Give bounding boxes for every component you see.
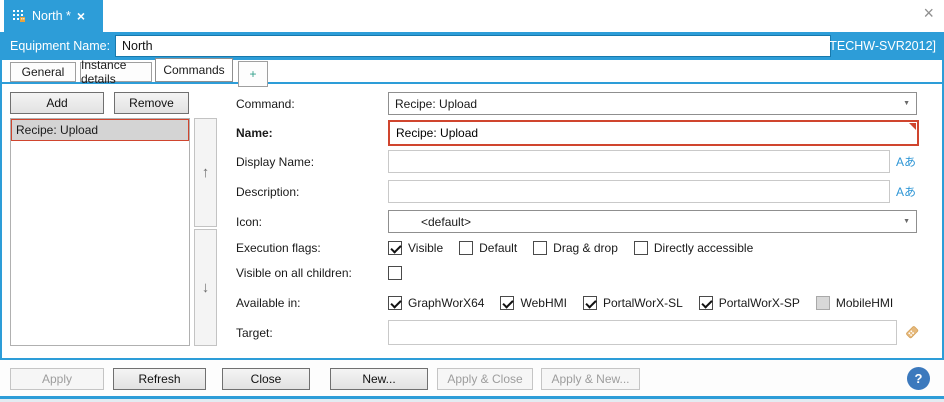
command-row: Command: Recipe: Upload ▼ — [236, 92, 920, 115]
available-in-row: Available in: GraphWorX64 WebHMI PortalW… — [236, 295, 920, 311]
equipment-name-bar: Equipment Name: [TECHW-SVR2012] — [0, 32, 944, 60]
tab-instance-details[interactable]: Instance details — [80, 62, 152, 82]
equipment-name-label: Equipment Name: — [10, 32, 110, 60]
tab-general[interactable]: General — [10, 62, 76, 82]
checkbox-portalworx-sl[interactable]: PortalWorX-SL — [583, 296, 683, 310]
description-input[interactable] — [388, 180, 890, 203]
checkbox-webhmi[interactable]: WebHMI — [500, 296, 566, 310]
checkbox-label: Default — [479, 241, 517, 255]
server-badge: [TECHW-SVR2012] — [826, 32, 936, 60]
name-row: Name: — [236, 120, 920, 146]
checkbox-icon[interactable] — [388, 241, 402, 255]
execution-flags-label: Execution flags: — [236, 240, 321, 256]
apply-button[interactable]: Apply — [10, 368, 104, 390]
remove-command-button[interactable]: Remove — [114, 92, 189, 114]
chevron-down-icon: ▼ — [903, 100, 910, 107]
apply-new-button[interactable]: Apply & New... — [541, 368, 640, 390]
footer-button-bar: Apply Refresh Close New... Apply & Close… — [0, 360, 944, 396]
localize-icon[interactable]: Aあ — [896, 150, 916, 173]
display-name-label: Display Name: — [236, 150, 314, 173]
checkbox-default[interactable]: Default — [459, 241, 517, 255]
apply-close-button[interactable]: Apply & Close — [437, 368, 533, 390]
name-label: Name: — [236, 120, 273, 146]
add-command-button[interactable]: Add — [10, 92, 104, 114]
checkbox-mobilehmi: MobileHMI — [816, 296, 893, 310]
tab-commands[interactable]: Commands — [155, 58, 233, 82]
localize-icon[interactable]: Aあ — [896, 180, 916, 203]
checkbox-visible[interactable]: Visible — [388, 241, 443, 255]
checkbox-drag-drop[interactable]: Drag & drop — [533, 241, 618, 255]
available-in-group: GraphWorX64 WebHMI PortalWorX-SL PortalW… — [388, 295, 909, 311]
display-name-row: Display Name: Aあ — [236, 150, 920, 173]
command-label: Command: — [236, 92, 295, 115]
document-tab-title: North * — [32, 9, 71, 23]
checkbox-icon[interactable] — [459, 241, 473, 255]
name-input[interactable] — [390, 126, 917, 140]
checkbox-icon — [816, 296, 830, 310]
equipment-name-input[interactable] — [115, 35, 831, 57]
equipment-icon — [12, 9, 26, 23]
icon-label: Icon: — [236, 210, 262, 233]
visible-on-all-children-label: Visible on all children: — [236, 265, 352, 281]
name-field-error-border — [388, 120, 919, 146]
equipment-editor-dialog: North * × × Equipment Name: [TECHW-SVR20… — [0, 0, 944, 402]
checkbox-label: Drag & drop — [553, 241, 618, 255]
description-row: Description: Aあ — [236, 180, 920, 203]
execution-flags-group: Visible Default Drag & drop Directly acc… — [388, 240, 769, 256]
document-tab-north[interactable]: North * × — [4, 0, 103, 32]
help-icon: ? — [915, 371, 923, 386]
checkbox-label: PortalWorX-SL — [603, 296, 683, 310]
document-tab-close-icon[interactable]: × — [77, 9, 85, 23]
command-list[interactable]: Recipe: Upload — [10, 118, 190, 346]
command-dropdown[interactable]: Recipe: Upload ▼ — [388, 92, 917, 115]
checkbox-label: MobileHMI — [836, 296, 893, 310]
checkbox-label: Directly accessible — [654, 241, 753, 255]
close-button[interactable]: Close — [222, 368, 310, 390]
move-up-button[interactable]: ↑ — [194, 118, 217, 227]
visible-on-all-children-group — [388, 265, 424, 281]
dialog-border-left — [0, 32, 2, 399]
checkbox-icon[interactable] — [634, 241, 648, 255]
move-down-button[interactable]: ↓ — [194, 229, 217, 346]
checkbox-icon[interactable] — [699, 296, 713, 310]
visible-on-all-children-row: Visible on all children: — [236, 265, 920, 281]
target-input[interactable] — [388, 320, 897, 345]
tab-add-new[interactable]: + — [238, 61, 268, 87]
document-tab-strip: North * × × — [0, 0, 944, 32]
checkbox-portalworx-sp[interactable]: PortalWorX-SP — [699, 296, 800, 310]
execution-flags-row: Execution flags: Visible Default Drag & … — [236, 240, 920, 256]
checkbox-icon[interactable] — [533, 241, 547, 255]
down-arrow-icon: ↓ — [202, 279, 210, 296]
target-row: Target: — [236, 320, 920, 345]
new-button[interactable]: New... — [330, 368, 428, 390]
help-button[interactable]: ? — [907, 367, 930, 390]
list-item-recipe-upload[interactable]: Recipe: Upload — [11, 119, 189, 141]
checkbox-label: WebHMI — [520, 296, 566, 310]
tag-browse-button[interactable] — [902, 322, 922, 342]
checkbox-icon[interactable] — [388, 266, 402, 280]
refresh-button[interactable]: Refresh — [113, 368, 206, 390]
checkbox-visible-on-all-children[interactable] — [388, 266, 408, 280]
icon-dropdown-value: <default> — [395, 215, 471, 229]
checkbox-icon[interactable] — [500, 296, 514, 310]
command-dropdown-value: Recipe: Upload — [395, 97, 477, 111]
checkbox-label: Visible — [408, 241, 443, 255]
checkbox-label: PortalWorX-SP — [719, 296, 800, 310]
display-name-input[interactable] — [388, 150, 890, 173]
icon-row: Icon: <default> ▼ — [236, 210, 920, 233]
target-label: Target: — [236, 320, 273, 345]
tag-icon — [903, 323, 921, 341]
checkbox-icon[interactable] — [583, 296, 597, 310]
checkbox-directly-accessible[interactable]: Directly accessible — [634, 241, 753, 255]
up-arrow-icon: ↑ — [202, 164, 210, 181]
description-label: Description: — [236, 180, 299, 203]
checkbox-label: GraphWorX64 — [408, 296, 484, 310]
chevron-down-icon: ▼ — [903, 218, 910, 225]
window-close-icon[interactable]: × — [923, 4, 934, 22]
available-in-label: Available in: — [236, 295, 301, 311]
checkbox-graphworx64[interactable]: GraphWorX64 — [388, 296, 484, 310]
checkbox-icon[interactable] — [388, 296, 402, 310]
icon-dropdown[interactable]: <default> ▼ — [388, 210, 917, 233]
